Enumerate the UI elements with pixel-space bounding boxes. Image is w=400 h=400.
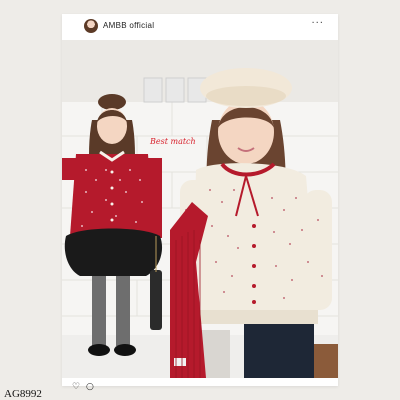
product-code: AG8992	[4, 388, 42, 400]
heart-icon[interactable]: ♡	[72, 382, 80, 392]
photo-caption-overlay: Best match	[149, 137, 196, 146]
account-name[interactable]: AMBB official	[103, 21, 154, 30]
post-header: AMBB official ···	[62, 14, 338, 40]
comment-icon[interactable]: ○	[86, 382, 94, 392]
post-photo: Best match	[62, 40, 338, 378]
post-footer: ♡ ○	[62, 378, 338, 400]
photo-illustration: Best match	[62, 40, 338, 378]
avatar[interactable]	[84, 19, 98, 33]
more-icon[interactable]: ···	[311, 18, 324, 29]
post-card: AMBB official ··· Best match ♡ ○	[62, 14, 338, 392]
